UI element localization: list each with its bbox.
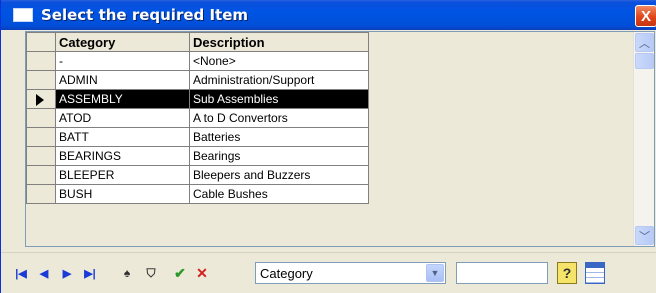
current-row-arrow-icon — [36, 94, 44, 106]
table-view-icon[interactable] — [585, 262, 605, 284]
table-row[interactable]: - <None> — [26, 51, 369, 71]
chevron-down-icon: ﹀ — [639, 230, 650, 243]
chevron-down-icon: ▼ — [430, 268, 440, 278]
window-icon — [13, 8, 33, 22]
previous-record-icon: ◀ — [39, 267, 49, 280]
row-indicator[interactable] — [26, 89, 56, 109]
row-indicator[interactable] — [26, 184, 56, 204]
accept-button[interactable]: ✔ — [173, 262, 187, 284]
description-cell[interactable]: <None> — [189, 51, 369, 71]
scroll-down-button[interactable]: ﹀ — [635, 226, 654, 245]
table-row[interactable]: BLEEPER Bleepers and Buzzers — [26, 165, 369, 185]
dropdown-button[interactable]: ▼ — [426, 264, 444, 282]
help-button[interactable]: ? — [557, 262, 577, 284]
search-field-value: Category — [260, 266, 313, 281]
description-cell[interactable]: A to D Convertors — [189, 108, 369, 128]
row-indicator[interactable] — [26, 165, 56, 185]
filter-icon: ⛉ — [146, 265, 156, 280]
row-indicator[interactable] — [26, 51, 56, 71]
category-cell[interactable]: BATT — [55, 127, 190, 147]
category-cell[interactable]: ATOD — [55, 108, 190, 128]
find-button[interactable]: ♠ — [119, 262, 135, 284]
table-row[interactable]: BUSH Cable Bushes — [26, 184, 369, 204]
table-row[interactable]: BEARINGS Bearings — [26, 146, 369, 166]
category-cell[interactable]: BLEEPER — [55, 165, 190, 185]
category-cell[interactable]: BEARINGS — [55, 146, 190, 166]
filter-button[interactable]: ⛉ — [144, 262, 158, 284]
binoculars-icon: ♠ — [123, 266, 131, 280]
scroll-thumb[interactable] — [635, 53, 654, 69]
row-indicator[interactable] — [26, 108, 56, 128]
column-header-description[interactable]: Description — [189, 32, 369, 52]
search-field-select[interactable]: Category ▼ — [255, 262, 446, 284]
first-record-button[interactable]: |◀ — [13, 262, 29, 284]
category-cell[interactable]: ASSEMBLY — [55, 89, 190, 109]
column-header-category[interactable]: Category — [55, 32, 190, 52]
description-cell[interactable]: Sub Assemblies — [189, 89, 369, 109]
help-question-icon: ? — [562, 265, 572, 281]
previous-record-button[interactable]: ◀ — [37, 262, 51, 284]
first-record-icon: |◀ — [15, 267, 27, 280]
scroll-up-button[interactable]: ︿ — [635, 33, 654, 52]
row-indicator[interactable] — [26, 70, 56, 90]
vertical-scrollbar[interactable]: ︿ ﹀ — [633, 32, 654, 246]
table-row[interactable]: ADMIN Administration/Support — [26, 70, 369, 90]
checkmark-icon: ✔ — [174, 264, 186, 281]
description-cell[interactable]: Bleepers and Buzzers — [189, 165, 369, 185]
next-record-icon: ▶ — [62, 267, 72, 280]
close-icon: X — [640, 7, 651, 25]
select-item-dialog: Select the required Item X Category Desc… — [0, 0, 656, 293]
description-cell[interactable]: Cable Bushes — [189, 184, 369, 204]
row-indicator[interactable] — [26, 146, 56, 166]
cancel-x-icon: ✕ — [196, 264, 208, 281]
items-table: Category Description - <None> ADMIN Admi… — [26, 32, 369, 204]
description-cell[interactable]: Administration/Support — [189, 70, 369, 90]
description-cell[interactable]: Bearings — [189, 146, 369, 166]
table-row[interactable]: ATOD A to D Convertors — [26, 108, 369, 128]
table-row[interactable]: BATT Batteries — [26, 127, 369, 147]
next-record-button[interactable]: ▶ — [60, 262, 74, 284]
table-header-row: Category Description — [26, 32, 369, 52]
last-record-icon: ▶| — [84, 267, 96, 280]
row-indicator-header — [26, 32, 56, 52]
navigation-toolbar: |◀ ◀ ▶ ▶| ♠ ⛉ ✔ ✕ Category ▼ ? — [1, 252, 656, 293]
last-record-button[interactable]: ▶| — [81, 262, 99, 284]
search-input[interactable] — [456, 262, 548, 284]
cancel-button[interactable]: ✕ — [195, 262, 209, 284]
category-cell[interactable]: BUSH — [55, 184, 190, 204]
category-cell[interactable]: - — [55, 51, 190, 71]
close-button[interactable]: X — [635, 5, 656, 27]
description-cell[interactable]: Batteries — [189, 127, 369, 147]
category-cell[interactable]: ADMIN — [55, 70, 190, 90]
grid-empty-area — [371, 32, 634, 246]
items-grid[interactable]: Category Description - <None> ADMIN Admi… — [25, 31, 655, 247]
window-title: Select the required Item — [41, 6, 249, 24]
chevron-up-icon: ︿ — [639, 37, 650, 50]
row-indicator[interactable] — [26, 127, 56, 147]
table-row-selected[interactable]: ASSEMBLY Sub Assemblies — [26, 89, 369, 109]
title-bar[interactable]: Select the required Item X — [1, 0, 656, 30]
